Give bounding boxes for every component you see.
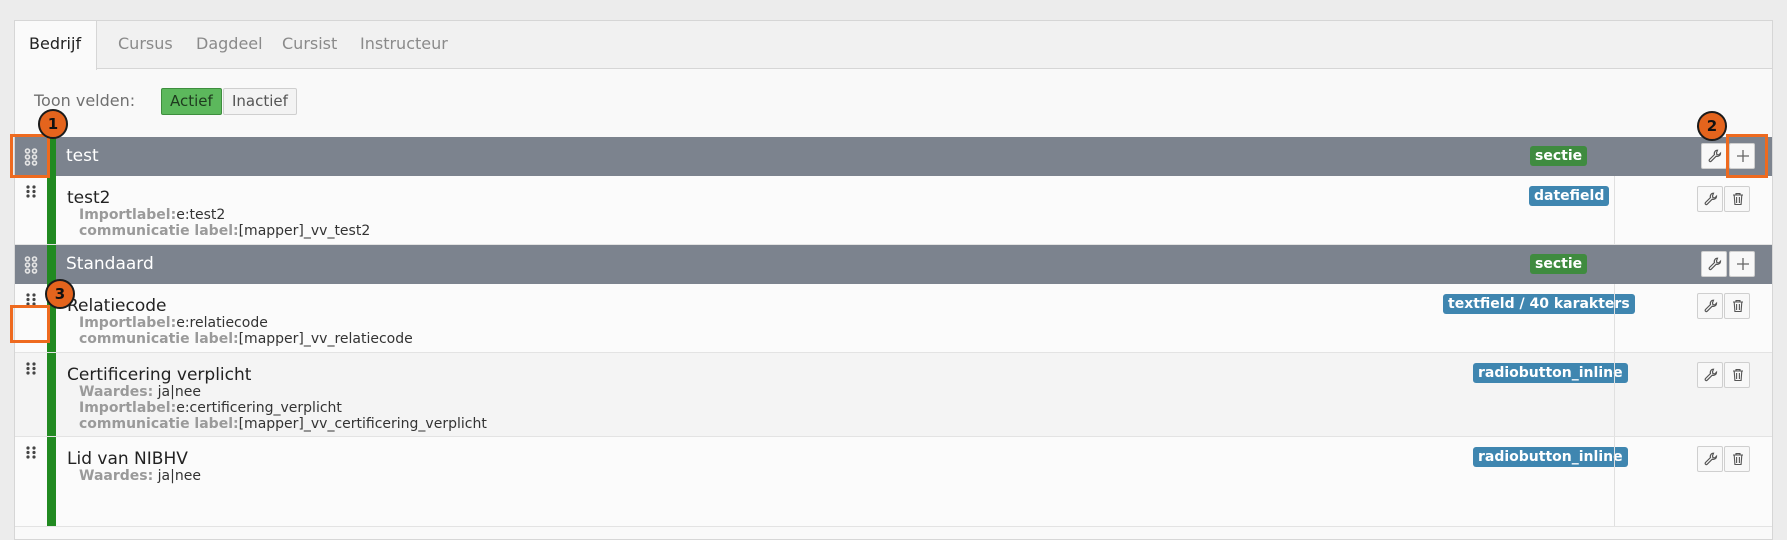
edit-section-button[interactable] bbox=[1701, 143, 1727, 169]
field-row: Relatiecode Importlabel:e:relatiecode co… bbox=[15, 284, 1772, 353]
plus-icon bbox=[1737, 258, 1749, 270]
active-indicator-bar bbox=[47, 176, 56, 244]
field-row: test2 Importlabel:e:test2 communicatie l… bbox=[15, 176, 1772, 245]
active-indicator-bar bbox=[47, 353, 56, 436]
edit-field-button[interactable] bbox=[1697, 293, 1723, 319]
highlight-box-field-handle bbox=[10, 305, 50, 343]
wrench-icon bbox=[1704, 299, 1718, 313]
edit-field-button[interactable] bbox=[1697, 446, 1723, 472]
filter-label: Toon velden: bbox=[34, 91, 136, 110]
delete-field-button[interactable] bbox=[1724, 446, 1750, 472]
field-meta-importlabel: Importlabel:e:relatiecode bbox=[79, 315, 268, 331]
tab-bar: Bedrijf Cursus Dagdeel Cursist Instructe… bbox=[15, 21, 1772, 70]
section-row: test sectie bbox=[15, 137, 1772, 176]
delete-field-button[interactable] bbox=[1724, 293, 1750, 319]
trash-icon bbox=[1733, 453, 1743, 466]
trash-icon bbox=[1733, 193, 1743, 206]
tab-cursist[interactable]: Cursist bbox=[267, 21, 352, 69]
highlight-box-section-handle bbox=[10, 134, 50, 178]
edit-field-button[interactable] bbox=[1697, 186, 1723, 212]
field-meta-communicatie-label: communicatie label:[mapper]_vv_relatieco… bbox=[79, 331, 413, 347]
filter-inactief-button[interactable]: Inactief bbox=[223, 88, 297, 115]
active-indicator-bar bbox=[47, 245, 56, 284]
drag-handle-icon[interactable] bbox=[26, 362, 36, 376]
field-meta-communicatie-label: communicatie label:[mapper]_vv_test2 bbox=[79, 223, 371, 239]
trash-icon bbox=[1733, 300, 1743, 313]
active-indicator-bar bbox=[47, 437, 56, 526]
tab-cursus[interactable]: Cursus bbox=[103, 21, 188, 69]
delete-field-button[interactable] bbox=[1724, 362, 1750, 388]
field-title: Certificering verplicht bbox=[67, 365, 252, 385]
add-field-button[interactable] bbox=[1729, 251, 1755, 277]
column-divider bbox=[1614, 176, 1615, 244]
wrench-icon bbox=[1704, 192, 1718, 206]
section-badge: sectie bbox=[1530, 254, 1588, 274]
delete-field-button[interactable] bbox=[1724, 186, 1750, 212]
field-meta-importlabel: Importlabel:e:certificering_verplicht bbox=[79, 400, 342, 416]
wrench-icon bbox=[1704, 368, 1718, 382]
section-badge: sectie bbox=[1530, 146, 1588, 166]
field-title: test2 bbox=[67, 188, 111, 208]
field-manager-panel: Bedrijf Cursus Dagdeel Cursist Instructe… bbox=[14, 20, 1773, 540]
field-type-badge: radiobutton_inline bbox=[1473, 447, 1628, 467]
section-title: test bbox=[66, 146, 99, 166]
field-meta-waardes: Waardes: ja|nee bbox=[79, 384, 201, 400]
column-divider bbox=[1614, 353, 1615, 436]
field-type-badge: radiobutton_inline bbox=[1473, 363, 1628, 383]
field-type-badge: datefield bbox=[1529, 186, 1610, 206]
field-row: Certificering verplicht Waardes: ja|nee … bbox=[15, 353, 1772, 437]
highlight-box-add-button bbox=[1726, 134, 1768, 178]
step-marker-2: 2 bbox=[1697, 111, 1727, 141]
wrench-icon bbox=[1708, 257, 1722, 271]
step-marker-1: 1 bbox=[38, 109, 68, 139]
wrench-icon bbox=[1708, 149, 1722, 163]
tab-instructeur[interactable]: Instructeur bbox=[345, 21, 463, 69]
column-divider bbox=[1614, 284, 1615, 352]
step-marker-3: 3 bbox=[45, 279, 75, 309]
drag-handle-icon[interactable] bbox=[26, 446, 36, 460]
field-type-badge: textfield / 40 karakters bbox=[1443, 294, 1635, 314]
drag-handle-icon[interactable] bbox=[24, 256, 38, 274]
field-title: Lid van NIBHV bbox=[67, 449, 188, 469]
tab-dagdeel[interactable]: Dagdeel bbox=[181, 21, 278, 69]
column-divider bbox=[1614, 437, 1615, 526]
section-row: Standaard sectie bbox=[15, 245, 1772, 284]
trash-icon bbox=[1733, 369, 1743, 382]
field-meta-waardes: Waardes: ja|nee bbox=[79, 468, 201, 484]
field-row: Lid van NIBHV Waardes: ja|nee radiobutto… bbox=[15, 437, 1772, 527]
tab-bedrijf[interactable]: Bedrijf bbox=[15, 21, 98, 70]
edit-section-button[interactable] bbox=[1701, 251, 1727, 277]
section-title: Standaard bbox=[66, 254, 154, 274]
wrench-icon bbox=[1704, 452, 1718, 466]
field-meta-communicatie-label: communicatie label:[mapper]_vv_certifice… bbox=[79, 416, 487, 432]
field-meta-importlabel: Importlabel:e:test2 bbox=[79, 207, 226, 223]
field-title: Relatiecode bbox=[67, 296, 167, 316]
edit-field-button[interactable] bbox=[1697, 362, 1723, 388]
drag-handle-icon[interactable] bbox=[26, 185, 36, 199]
filter-actief-button[interactable]: Actief bbox=[161, 88, 222, 115]
